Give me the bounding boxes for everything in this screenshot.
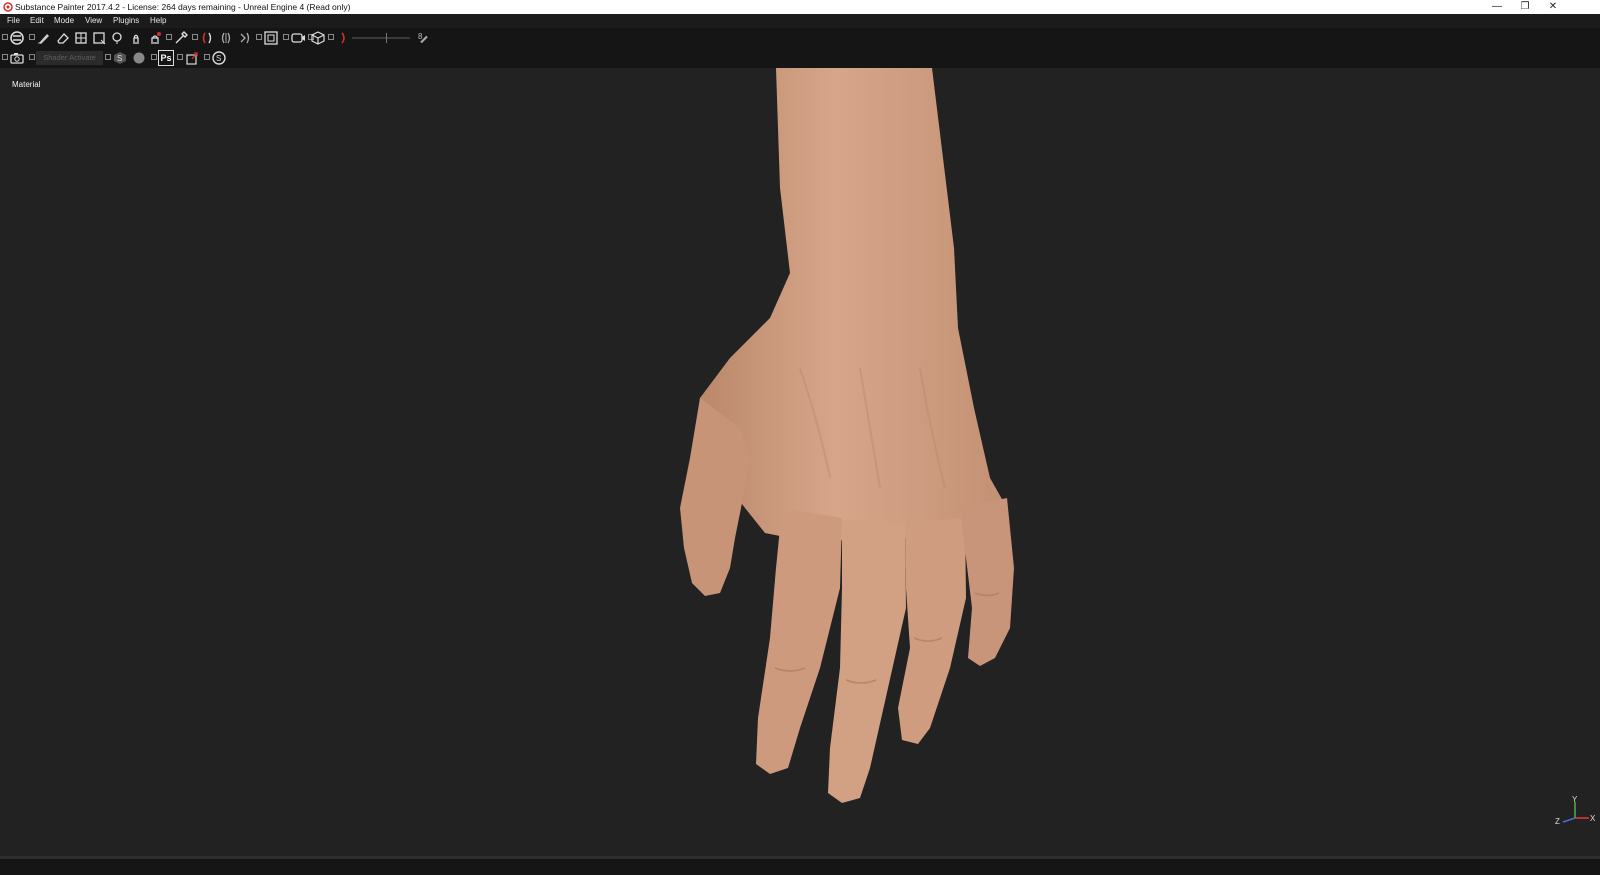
paint-brush-icon[interactable] bbox=[36, 30, 52, 46]
dock-handle[interactable] bbox=[256, 34, 262, 40]
photoshop-icon[interactable]: Ps bbox=[158, 50, 174, 66]
dock-handle[interactable] bbox=[105, 54, 111, 60]
polygon-fill-icon[interactable] bbox=[91, 30, 107, 46]
dock-handle[interactable] bbox=[151, 54, 157, 60]
mirror-y-icon[interactable] bbox=[218, 30, 234, 46]
axis-z-label: Z bbox=[1555, 817, 1560, 826]
svg-text:S: S bbox=[216, 54, 221, 63]
dock-handle[interactable] bbox=[192, 34, 198, 40]
menu-mode[interactable]: Mode bbox=[54, 14, 74, 28]
status-bar-divider bbox=[0, 856, 1600, 859]
mirror-z-icon[interactable] bbox=[237, 30, 253, 46]
clone-stamp-icon[interactable] bbox=[147, 30, 163, 46]
lazy-mouse-icon[interactable] bbox=[336, 30, 352, 46]
minimize-button[interactable]: — bbox=[1483, 0, 1511, 14]
axis-gizmo: Y X Z bbox=[1555, 796, 1596, 826]
menu-view[interactable]: View bbox=[85, 14, 102, 28]
export-icon[interactable] bbox=[184, 50, 200, 66]
brush-size-slider-handle[interactable] bbox=[386, 33, 387, 43]
menu-edit[interactable]: Edit bbox=[30, 14, 44, 28]
window-title: Substance Painter 2017.4.2 - License: 26… bbox=[15, 2, 351, 12]
dock-handle[interactable] bbox=[204, 54, 210, 60]
smudge-icon[interactable] bbox=[109, 30, 125, 46]
restore-button[interactable]: ❐ bbox=[1511, 0, 1539, 14]
close-button[interactable]: ✕ bbox=[1539, 0, 1567, 14]
status-bar bbox=[0, 856, 1600, 875]
app-logo-icon bbox=[3, 2, 13, 12]
viewer-toolbar: Shader Activate S Ps S bbox=[0, 48, 1600, 68]
camera-settings-icon[interactable] bbox=[290, 30, 306, 46]
dock-handle[interactable] bbox=[2, 54, 8, 60]
display-settings-icon[interactable] bbox=[310, 30, 326, 46]
pen-pressure-icon[interactable] bbox=[418, 30, 430, 46]
hand-model[interactable] bbox=[0, 68, 1600, 856]
shader-activate-field[interactable]: Shader Activate bbox=[36, 51, 103, 65]
color-picker-icon[interactable] bbox=[173, 30, 189, 46]
dock-handle[interactable] bbox=[283, 34, 289, 40]
eraser-icon[interactable] bbox=[55, 30, 71, 46]
clone-icon[interactable] bbox=[128, 30, 144, 46]
dock-handle[interactable] bbox=[2, 34, 8, 40]
dock-handle[interactable] bbox=[166, 34, 172, 40]
menu-file[interactable]: File bbox=[7, 14, 20, 28]
3d-viewport[interactable]: Material Y X Z bbox=[0, 68, 1600, 856]
paint-mode-icon[interactable] bbox=[9, 30, 25, 46]
screenshot-icon[interactable] bbox=[9, 50, 25, 66]
menu-bar: File Edit Mode View Plugins Help bbox=[0, 14, 1600, 28]
dock-handle[interactable] bbox=[328, 34, 334, 40]
share-icon[interactable]: S bbox=[211, 50, 227, 66]
dock-handle[interactable] bbox=[177, 54, 183, 60]
axis-x-label: X bbox=[1590, 814, 1596, 823]
tools-toolbar: 8 bbox=[0, 28, 1600, 48]
mirror-x-icon[interactable] bbox=[199, 30, 215, 46]
menu-help[interactable]: Help bbox=[150, 14, 166, 28]
sphere-icon[interactable] bbox=[131, 50, 147, 66]
menu-plugins[interactable]: Plugins bbox=[113, 14, 139, 28]
brush-size-slider[interactable] bbox=[352, 37, 410, 39]
title-bar: Substance Painter 2017.4.2 - License: 26… bbox=[0, 0, 1600, 14]
dock-handle[interactable] bbox=[29, 54, 35, 60]
axis-y-label: Y bbox=[1572, 796, 1578, 804]
projection-icon[interactable] bbox=[73, 30, 89, 46]
substance-icon[interactable]: S bbox=[112, 50, 128, 66]
dock-handle[interactable] bbox=[29, 34, 35, 40]
svg-text:S: S bbox=[117, 54, 122, 63]
symmetry-icon[interactable] bbox=[263, 30, 279, 46]
